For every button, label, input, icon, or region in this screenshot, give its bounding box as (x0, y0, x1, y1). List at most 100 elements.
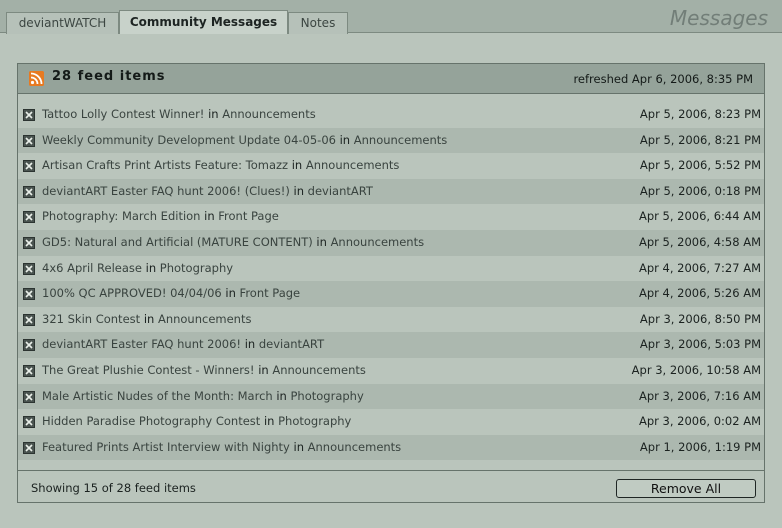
feed-item-date: Apr 3, 2006, 8:50 PM (639, 311, 761, 326)
feed-item-title-link[interactable]: 321 Skin Contest (42, 312, 140, 326)
feed-item-category-link[interactable]: Announcements (158, 312, 252, 326)
feed-item-text: Weekly Community Development Update 04-0… (42, 128, 447, 154)
rss-feed-icon (29, 71, 44, 86)
feed-item-date: Apr 1, 2006, 1:19 PM (639, 439, 761, 454)
feed-item-title-link[interactable]: Tattoo Lolly Contest Winner! (42, 107, 204, 121)
feed-item: The Great Plushie Contest - Winners! in … (18, 358, 764, 384)
feed-item-text: 100% QC APPROVED! 04/04/06 in Front Page (42, 281, 300, 307)
feed-item-date: Apr 5, 2006, 5:52 PM (639, 158, 761, 173)
feed-item-title-link[interactable]: Male Artistic Nudes of the Month: March (42, 389, 273, 403)
feed-item-category-link[interactable]: deviantART (308, 184, 373, 198)
feed-item-category-link[interactable]: Announcements (272, 363, 366, 377)
delete-item-icon[interactable] (23, 339, 35, 352)
feed-item-text: Photography: March Edition in Front Page (42, 204, 279, 230)
delete-item-icon[interactable] (23, 416, 35, 429)
feed-item: deviantART Easter FAQ hunt 2006! in devi… (18, 332, 764, 358)
remove-all-button[interactable]: Remove All (616, 479, 756, 498)
feed-item-text: 321 Skin Contest in Announcements (42, 307, 251, 333)
in-word: in (208, 107, 219, 121)
feed-item-category-link[interactable]: Front Page (218, 209, 279, 223)
feed-item: Male Artistic Nudes of the Month: March … (18, 383, 764, 410)
delete-item-icon[interactable] (23, 390, 35, 403)
delete-item-icon[interactable] (23, 109, 35, 121)
in-word: in (339, 132, 351, 147)
feed-item-category-link[interactable]: Photography (160, 261, 233, 275)
in-word: in (225, 286, 236, 301)
tab-deviantwatch[interactable]: deviantWATCH (6, 12, 119, 34)
in-word: in (291, 158, 303, 173)
feed-item-title-link[interactable]: Featured Prints Artist Interview with Ni… (42, 440, 290, 454)
in-word: in (258, 362, 269, 377)
feed-item-category-link[interactable]: Announcements (222, 107, 316, 121)
feed-item-date: Apr 4, 2006, 5:26 AM (638, 286, 761, 301)
feed-item-text: deviantART Easter FAQ hunt 2006! (Clues!… (42, 179, 373, 205)
in-word: in (263, 414, 275, 429)
feed-item-text: Artisan Crafts Print Artists Feature: To… (42, 153, 399, 179)
feed-item-category-link[interactable]: Photography (278, 414, 351, 428)
delete-item-icon[interactable] (23, 288, 35, 301)
feed-item-date: Apr 3, 2006, 10:58 AM (631, 362, 761, 377)
feed-item-category-link[interactable]: Front Page (240, 286, 301, 300)
feed-item-title-link[interactable]: deviantART Easter FAQ hunt 2006! (42, 337, 241, 351)
feed-item-category-link[interactable]: deviantART (259, 337, 324, 351)
feed-panel-footer: Showing 15 of 28 feed items Remove All (18, 470, 764, 502)
feed-item-text: Featured Prints Artist Interview with Ni… (42, 435, 401, 461)
delete-item-icon[interactable] (23, 160, 35, 173)
feed-item-text: 4x6 April Release in Photography (42, 256, 233, 282)
feed-item: Weekly Community Development Update 04-0… (18, 127, 764, 154)
feed-item-text: deviantART Easter FAQ hunt 2006! in devi… (42, 332, 324, 358)
in-word: in (276, 388, 287, 403)
feed-item-category-link[interactable]: Photography (290, 389, 363, 403)
delete-item-icon[interactable] (23, 262, 35, 275)
feed-item-text: GD5: Natural and Artificial (MATURE CONT… (42, 230, 424, 256)
feed-item-category-link[interactable]: Announcements (306, 158, 400, 172)
feed-item-date: Apr 5, 2006, 8:23 PM (639, 107, 761, 121)
feed-item-title-link[interactable]: 4x6 April Release (42, 261, 142, 275)
feed-item-date: Apr 5, 2006, 8:21 PM (639, 132, 761, 147)
feed-item-text: Hidden Paradise Photography Contest in P… (42, 409, 351, 435)
feed-item-title-link[interactable]: Weekly Community Development Update 04-0… (42, 133, 336, 147)
delete-item-icon[interactable] (23, 185, 35, 198)
feed-item-date: Apr 3, 2006, 0:02 AM (638, 414, 761, 429)
feed-item-title-link[interactable]: deviantART Easter FAQ hunt 2006! (Clues!… (42, 184, 290, 198)
feed-item-text: Male Artistic Nudes of the Month: March … (42, 384, 364, 410)
delete-item-icon[interactable] (23, 364, 35, 377)
tab-notes[interactable]: Notes (288, 12, 348, 34)
in-word: in (293, 183, 304, 198)
feed-item-title-link[interactable]: GD5: Natural and Artificial (MATURE CONT… (42, 235, 313, 249)
in-word: in (244, 337, 256, 352)
feed-item: Hidden Paradise Photography Contest in P… (18, 409, 764, 435)
feed-item-title-link[interactable]: Artisan Crafts Print Artists Feature: To… (42, 158, 288, 172)
feed-item-category-link[interactable]: Announcements (308, 440, 402, 454)
feed-item-title-link[interactable]: The Great Plushie Contest - Winners! (42, 363, 255, 377)
delete-item-icon[interactable] (23, 313, 35, 326)
feed-item: Photography: March Edition in Front Page… (18, 204, 764, 230)
in-word: in (145, 260, 157, 275)
delete-item-icon[interactable] (23, 441, 35, 454)
in-word: in (316, 234, 327, 249)
feed-item-date: Apr 3, 2006, 7:16 AM (638, 388, 761, 403)
delete-item-icon[interactable] (23, 134, 35, 147)
feed-item: 100% QC APPROVED! 04/04/06 in Front Page… (18, 281, 764, 307)
feed-item-date: Apr 5, 2006, 0:18 PM (639, 183, 761, 198)
feed-panel: 28 feed items refreshed Apr 6, 2006, 8:3… (17, 63, 765, 503)
feed-item: GD5: Natural and Artificial (MATURE CONT… (18, 229, 764, 256)
delete-item-icon[interactable] (23, 236, 35, 249)
feed-item-text: Tattoo Lolly Contest Winner! in Announce… (42, 102, 316, 128)
section-title: Messages (669, 6, 768, 30)
app-frame: deviantWATCH Community Messages Notes Me… (0, 0, 782, 528)
feed-item-title-link[interactable]: Photography: March Edition (42, 209, 200, 223)
feed-item: Featured Prints Artist Interview with Ni… (18, 434, 764, 461)
feed-item-category-link[interactable]: Announcements (354, 133, 448, 147)
delete-item-icon[interactable] (23, 211, 35, 224)
feed-item-title-link[interactable]: 100% QC APPROVED! 04/04/06 (42, 286, 222, 300)
feed-item-category-link[interactable]: Announcements (331, 235, 425, 249)
tab-community-messages[interactable]: Community Messages (119, 10, 288, 34)
feed-item: deviantART Easter FAQ hunt 2006! (Clues!… (18, 178, 764, 205)
feed-list: Tattoo Lolly Contest Winner! in Announce… (18, 102, 764, 461)
feed-item-date: Apr 3, 2006, 5:03 PM (639, 337, 761, 352)
feed-item-date: Apr 5, 2006, 6:44 AM (638, 209, 761, 224)
feed-item-title-link[interactable]: Hidden Paradise Photography Contest (42, 414, 260, 428)
feed-item-text: The Great Plushie Contest - Winners! in … (42, 358, 366, 384)
feed-item: Artisan Crafts Print Artists Feature: To… (18, 153, 764, 179)
